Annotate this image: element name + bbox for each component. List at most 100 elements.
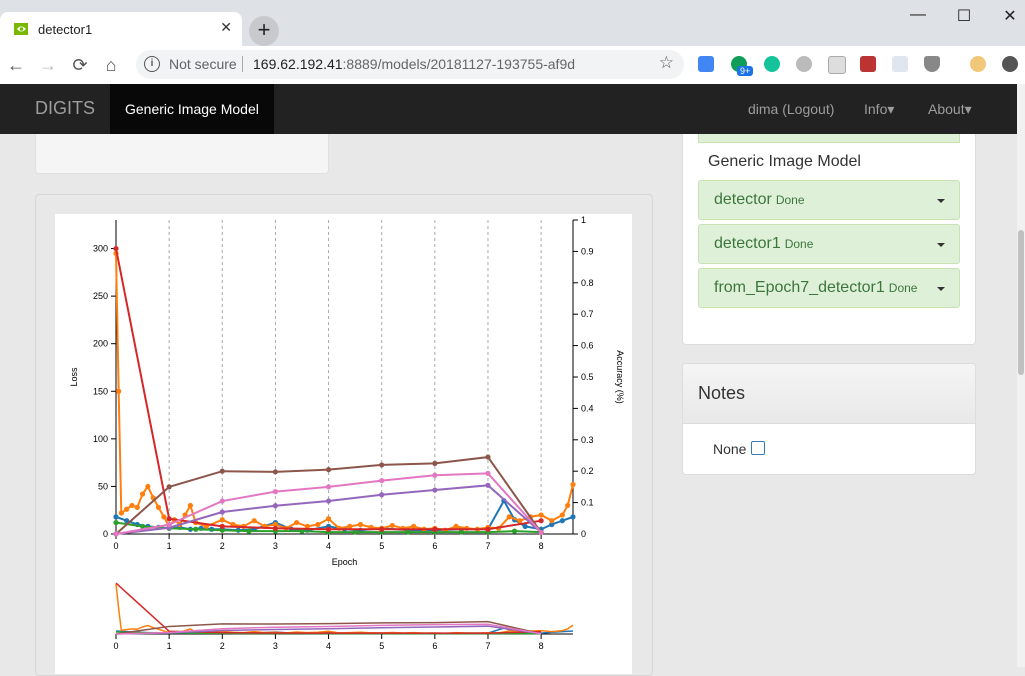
info-menu[interactable]: Info▾: [864, 101, 894, 118]
y-axis-label: Loss: [69, 367, 79, 387]
caret-down-icon[interactable]: [937, 199, 945, 203]
job-status: Done: [775, 193, 805, 207]
x-tick-label: 4: [326, 541, 331, 551]
context-x-tick-label: 1: [167, 641, 172, 651]
y-tick-label: 0: [103, 529, 108, 539]
x-tick-label: 0: [113, 541, 118, 551]
x-tick-label: 6: [432, 541, 437, 551]
data-point-orange: [389, 522, 395, 529]
job-item-partial: [698, 134, 960, 143]
b-extension-icon[interactable]: [828, 56, 846, 74]
data-point-orange: [315, 521, 321, 528]
browser-tab[interactable]: detector1 ✕: [0, 12, 242, 46]
forward-button[interactable]: →: [37, 54, 59, 76]
y2-tick-label: 1: [581, 215, 586, 225]
job-item[interactable]: detector1 Done: [698, 224, 960, 264]
info-icon[interactable]: i: [144, 56, 160, 72]
close-window-button[interactable]: ✕: [996, 6, 1024, 26]
job-name: from_Epoch7_detector1: [714, 279, 885, 296]
profile-avatar-icon[interactable]: [970, 56, 986, 72]
edit-notes-icon[interactable]: [751, 441, 765, 455]
y2-tick-label: 0.3: [581, 435, 594, 445]
grammarly-extension-icon[interactable]: [764, 56, 780, 72]
about-menu[interactable]: About▾: [928, 101, 972, 118]
y2-tick-label: 0: [581, 529, 586, 539]
page-scrollbar-thumb[interactable]: [1018, 230, 1024, 375]
data-point-purple: [485, 482, 491, 488]
data-point-red: [432, 526, 438, 532]
x-axis-label: Epoch: [332, 557, 358, 567]
data-point-pink: [432, 472, 438, 478]
y-tick-label: 200: [93, 339, 108, 349]
update-icon[interactable]: [1002, 56, 1018, 72]
notes-panel: Notes None: [682, 363, 976, 475]
y2-tick-label: 0.4: [581, 403, 594, 413]
data-point-orange: [570, 481, 576, 488]
related-jobs-panel: Generic Image Model detector Done detecto…: [682, 134, 976, 345]
nav-generic-image-model[interactable]: Generic Image Model: [110, 84, 274, 134]
data-point-orange: [155, 504, 162, 510]
data-point-blue: [559, 518, 565, 524]
minimize-button[interactable]: —: [904, 6, 932, 26]
data-point-brown: [379, 462, 385, 468]
data-point-brown: [432, 460, 438, 466]
address-bar[interactable]: i Not secure 169.62.192.41:8889/models/2…: [136, 50, 684, 79]
data-point-orange: [347, 523, 353, 529]
data-point-red: [219, 523, 225, 529]
logout-link[interactable]: dima (Logout): [748, 101, 834, 117]
data-point-orange: [357, 521, 364, 528]
translate-extension-icon[interactable]: [698, 56, 714, 72]
shield-extension-icon[interactable]: [924, 56, 940, 72]
y2-tick-label: 0.7: [581, 309, 594, 319]
group-title: Generic Image Model: [708, 153, 861, 170]
new-tab-button[interactable]: +: [249, 16, 279, 46]
caret-down-icon[interactable]: [937, 287, 945, 291]
data-point-pink: [219, 498, 225, 504]
circle-extension-icon[interactable]: [796, 56, 812, 72]
browser-tab-strip: detector1 ✕ + — ☐ ✕: [0, 0, 1025, 46]
home-button[interactable]: ⌂: [100, 54, 122, 76]
tab-close-icon[interactable]: ✕: [220, 19, 232, 36]
reload-button[interactable]: ⟳: [69, 54, 91, 76]
brand-logo[interactable]: DIGITS: [35, 98, 95, 119]
data-point-orange: [124, 506, 130, 512]
data-point-orange: [410, 523, 417, 529]
x-tick-label: 7: [485, 541, 490, 551]
context-x-tick-label: 8: [539, 641, 544, 651]
data-point-brown: [325, 467, 332, 473]
data-point-green: [511, 528, 518, 534]
x-tick-label: 5: [379, 541, 384, 551]
data-point-purple: [219, 509, 225, 515]
bookmark-star-icon[interactable]: ☆: [659, 53, 674, 73]
data-point-orange: [325, 516, 332, 522]
back-button[interactable]: ←: [5, 54, 27, 76]
job-item[interactable]: from_Epoch7_detector1 Done: [698, 268, 960, 308]
data-point-pink: [325, 484, 332, 490]
job-name-label: detector Done: [714, 191, 805, 209]
caret-down-icon[interactable]: [937, 243, 945, 247]
job-item[interactable]: detector Done: [698, 180, 960, 220]
data-point-green: [458, 529, 465, 535]
data-point-orange: [565, 502, 571, 509]
data-point-orange: [538, 512, 544, 518]
data-point-orange: [453, 523, 459, 529]
x-tick-label: 3: [273, 541, 278, 551]
data-point-blue: [570, 514, 576, 520]
job-name: detector: [714, 191, 772, 208]
pdf-extension-icon[interactable]: [860, 56, 876, 72]
data-point-orange: [549, 518, 555, 524]
settings-extension-icon[interactable]: [892, 56, 908, 72]
data-point-purple: [379, 492, 385, 498]
data-point-green: [405, 529, 411, 535]
data-point-red: [538, 518, 544, 524]
url-text[interactable]: 169.62.192.41:8889/models/20181127-19375…: [253, 56, 575, 72]
page-scrollbar-track[interactable]: [1017, 84, 1025, 667]
data-point-pink: [485, 470, 491, 476]
data-point-green: [246, 528, 252, 534]
context-x-tick-label: 7: [485, 641, 490, 651]
data-point-red: [379, 526, 385, 532]
x-tick-label: 1: [167, 541, 172, 551]
data-point-brown: [272, 469, 279, 475]
job-name-label: from_Epoch7_detector1 Done: [714, 279, 917, 297]
maximize-button[interactable]: ☐: [950, 6, 978, 26]
